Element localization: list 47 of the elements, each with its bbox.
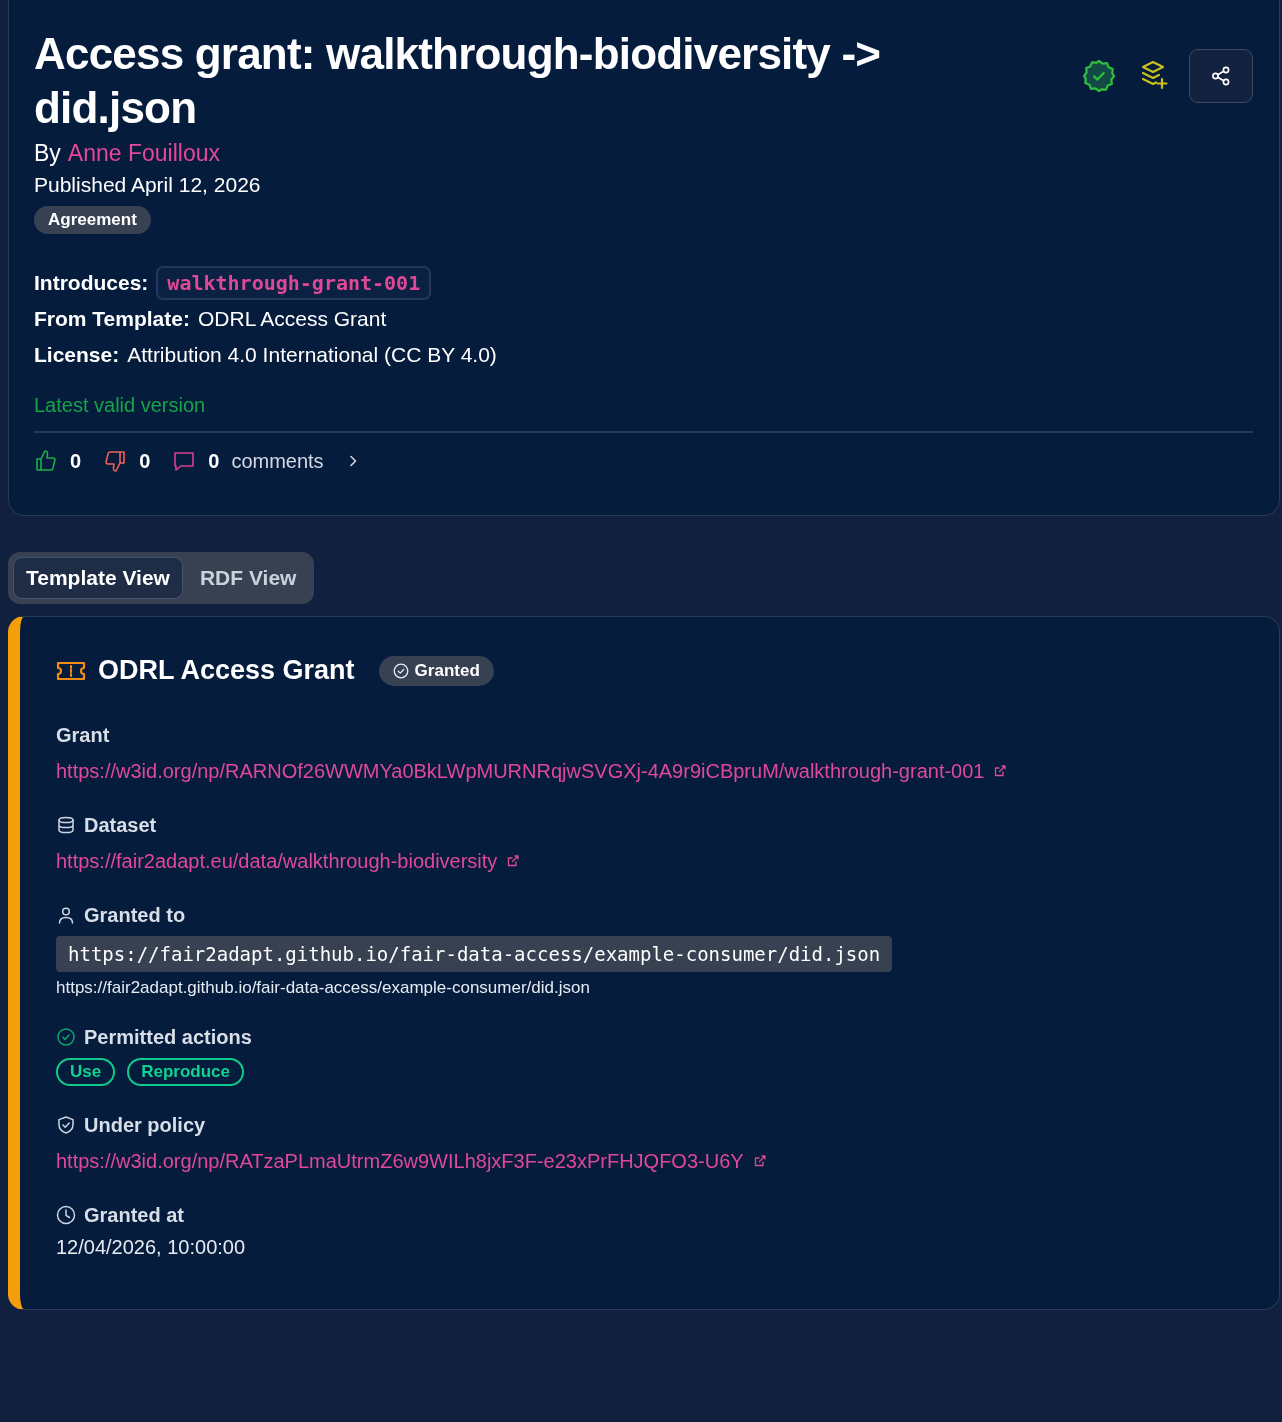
comments-button[interactable]: 0 comments	[172, 449, 360, 473]
timestamp: 12/04/2026, 10:00:00	[56, 1236, 247, 1259]
identifier-code: walkthrough-grant-001	[156, 266, 432, 300]
meta-label: License:	[34, 342, 120, 368]
view-tab[interactable]: RDF View	[186, 557, 310, 599]
thumbs-up-icon	[34, 449, 58, 473]
field-label: Dataset	[84, 813, 157, 838]
ticket-icon	[56, 659, 86, 682]
field-label: Under policy	[84, 1113, 206, 1138]
field-label: Granted at	[84, 1203, 185, 1228]
action-tag: Reproduce	[127, 1058, 244, 1086]
version-status: Latest valid version	[34, 394, 1253, 433]
field-label: Permitted actions	[84, 1025, 252, 1050]
meta-value: Attribution 4.0 International (CC BY 4.0)	[127, 342, 497, 368]
page-title: Access grant: walkthrough-biodiversity -> did.json	[34, 28, 882, 134]
by-label: By	[34, 140, 61, 166]
meta-label: From Template:	[34, 306, 190, 332]
thumbs-down-icon	[103, 449, 128, 473]
clock-icon	[56, 1205, 76, 1225]
external-link[interactable]: https://w3id.org/np/RARNOf26WWMYa0BkLWpMURNRqjwSVGXj-4A9r9iCBpruM/walkthrough-grant-001	[56, 756, 1009, 786]
external-link[interactable]: https://w3id.org/np/RATzaPLmaUtrmZ6w9WILh8jxF3F-e23xPrFHJQFO3-U6Y	[56, 1146, 768, 1176]
agent-caption: https://fair2adapt.github.io/fair-data-access/example-consumer/did.json	[56, 978, 591, 998]
database-icon	[56, 815, 76, 835]
view-tab[interactable]: Template View	[13, 557, 183, 599]
meta-label: Introduces:	[34, 270, 149, 296]
author-link[interactable]: Anne Fouilloux	[67, 140, 220, 166]
check-circle-icon	[392, 662, 409, 679]
field-label: Granted to	[84, 903, 186, 928]
external-link-icon	[992, 763, 1009, 779]
person-icon	[56, 905, 76, 925]
template-title: ODRL Access Grant	[98, 655, 355, 686]
share-icon	[1210, 65, 1232, 87]
dislike-button[interactable]: 0	[103, 449, 151, 473]
external-link[interactable]: https://fair2adapt.eu/data/walkthrough-biodiversity	[56, 846, 522, 876]
shield-check-icon	[56, 1115, 76, 1135]
published-date: Published April 12, 2026	[34, 172, 261, 198]
check-circle-icon	[56, 1027, 76, 1047]
status-badge: Granted	[378, 655, 494, 686]
meta-value: ODRL Access Grant	[197, 306, 387, 332]
like-button[interactable]: 0	[34, 449, 82, 473]
action-tag: Use	[56, 1058, 116, 1086]
field-label: Grant	[56, 723, 110, 748]
share-button[interactable]	[1189, 49, 1253, 103]
type-tag: Agreement	[34, 206, 151, 234]
agent-identifier: https://fair2adapt.github.io/fair-data-access/example-consumer/did.json	[56, 936, 893, 972]
external-link-icon	[505, 853, 522, 869]
speech-bubble-icon	[172, 449, 197, 473]
